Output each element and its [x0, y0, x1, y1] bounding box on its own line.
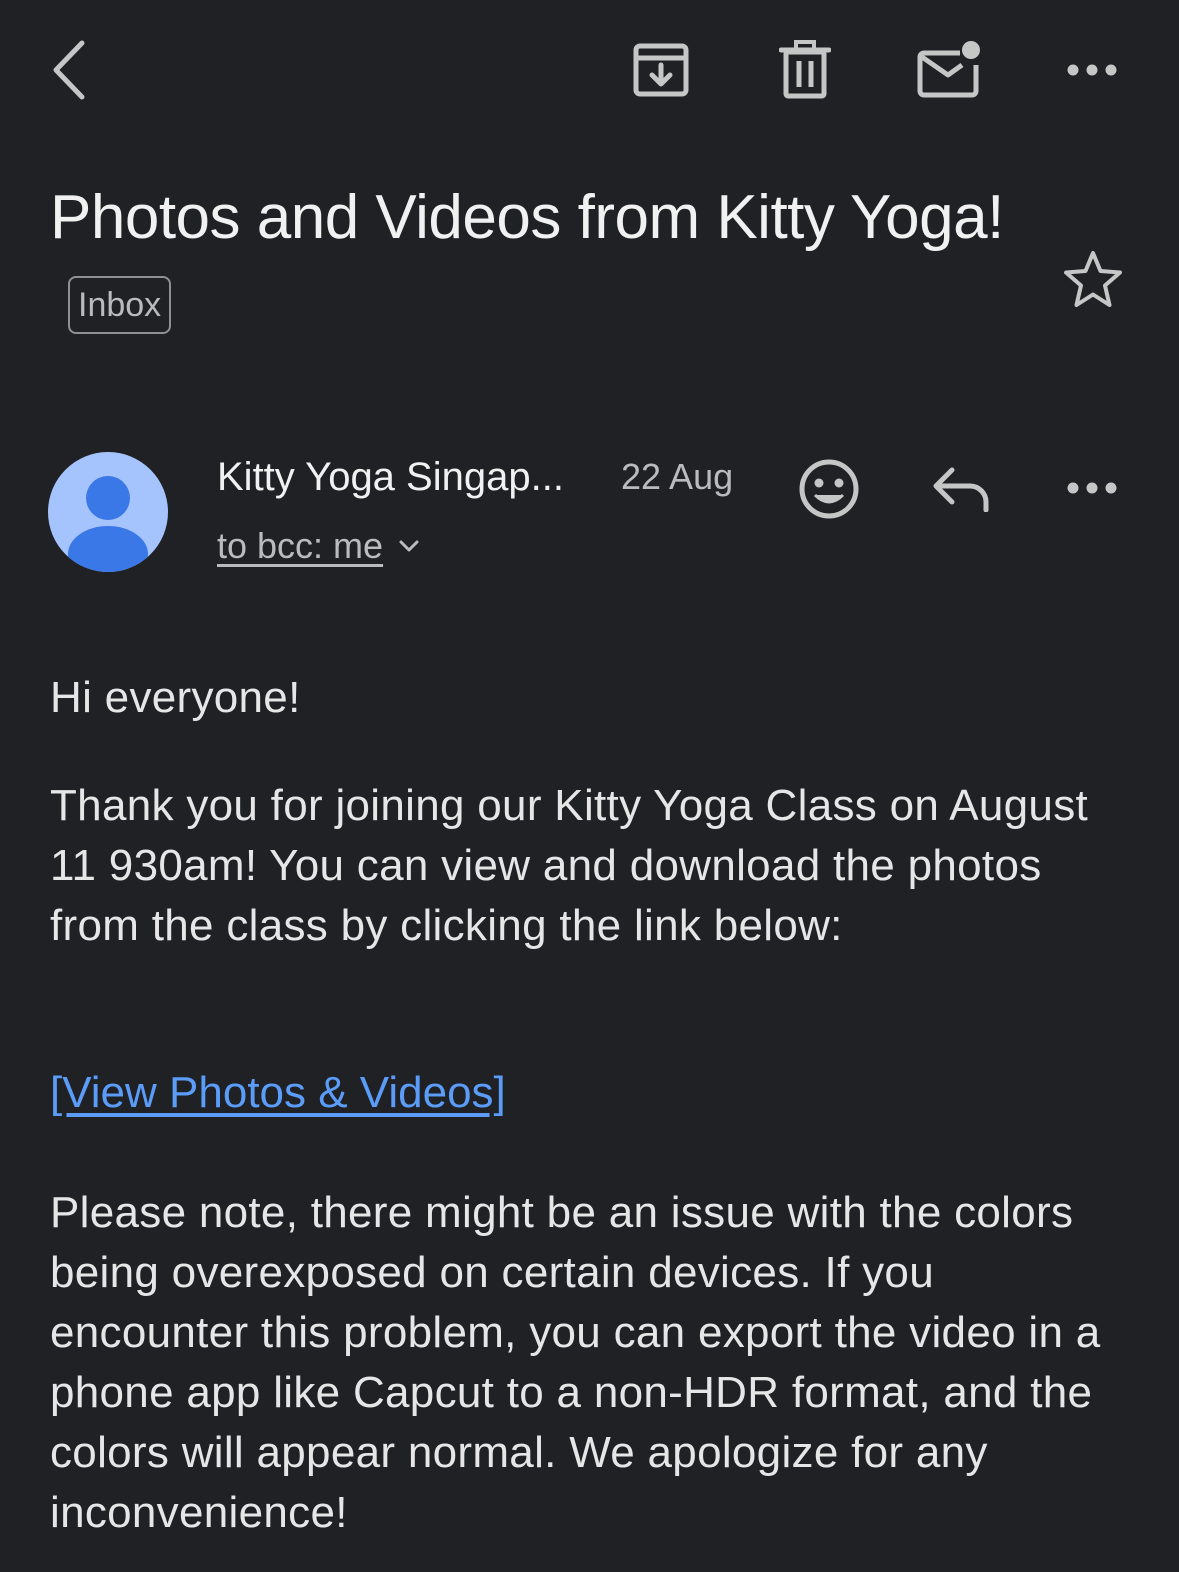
recipients-text: to bcc: me — [217, 525, 384, 566]
delete-button[interactable] — [774, 38, 836, 102]
mark-unread-icon — [917, 41, 980, 98]
view-photos-link[interactable]: [View Photos & Videos] — [50, 1063, 506, 1123]
subject-text: Photos and Videos from Kitty Yoga! — [50, 183, 1004, 252]
person-icon — [68, 476, 148, 572]
message-more-button[interactable] — [1062, 468, 1122, 508]
mark-unread-button[interactable] — [914, 36, 984, 102]
recipients-toggle[interactable]: to bcc: me — [217, 522, 423, 570]
archive-button[interactable] — [628, 38, 694, 102]
more-options-button[interactable] — [1062, 50, 1122, 90]
back-button[interactable] — [40, 38, 96, 102]
archive-icon — [633, 43, 689, 97]
more-icon — [1067, 482, 1117, 494]
body-paragraph-2: Please note, there might be an issue wit… — [50, 1188, 1101, 1537]
smiley-icon — [799, 459, 859, 519]
chevron-down-icon — [399, 540, 419, 552]
body-greeting: Hi everyone! — [50, 673, 301, 722]
body-paragraph-1: Thank you for joining our Kitty Yoga Cla… — [50, 781, 1089, 950]
sender-avatar[interactable] — [48, 452, 168, 572]
inbox-label-badge[interactable]: Inbox — [68, 276, 172, 334]
reply-button[interactable] — [928, 460, 994, 516]
star-button[interactable] — [1058, 244, 1128, 314]
more-icon — [1067, 64, 1117, 76]
reply-icon — [933, 467, 989, 512]
email-date: 22 Aug — [621, 456, 734, 497]
email-subject: Photos and Videos from Kitty Yoga! Inbox — [50, 172, 1010, 356]
emoji-reaction-button[interactable] — [794, 454, 864, 524]
star-icon — [1064, 251, 1122, 307]
sender-name[interactable]: Kitty Yoga Singap... — [217, 452, 564, 502]
back-arrow-icon — [53, 40, 85, 100]
trash-icon — [779, 40, 831, 99]
